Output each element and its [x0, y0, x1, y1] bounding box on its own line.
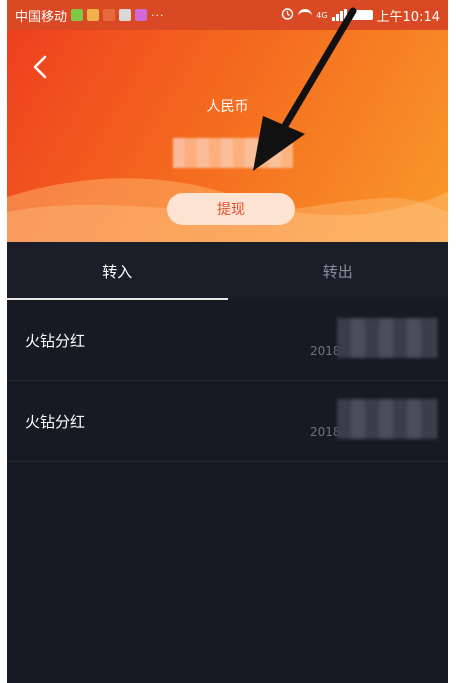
tab-bar: 转入 转出	[7, 242, 448, 300]
chevron-left-icon	[33, 55, 47, 79]
back-button[interactable]	[25, 52, 55, 82]
record-list: 火钻分红 2018 火钻分红 2018	[7, 300, 448, 462]
wifi-icon	[298, 8, 313, 22]
app-notification-icon	[119, 9, 132, 21]
record-date: 2018	[310, 425, 341, 439]
more-notifications: ···	[151, 8, 165, 22]
record-amount-blurred	[337, 399, 437, 439]
phone-screen: 中国移动 ··· 4G 上午10:14 人民币 提现 转入 转出 火钻分红 20…	[7, 0, 448, 683]
status-bar-right: 4G 上午10:14	[281, 6, 440, 25]
app-notification-icon	[87, 9, 100, 21]
currency-title: 人民币	[206, 99, 249, 115]
network-type: 4G	[316, 10, 328, 20]
app-notification-icon	[135, 9, 148, 21]
withdraw-button[interactable]: 提现	[167, 193, 295, 225]
balance-amount-blurred	[173, 138, 293, 168]
app-notification-icon	[71, 9, 84, 21]
tab-transfer-in[interactable]: 转入	[7, 242, 228, 300]
status-bar: 中国移动 ··· 4G 上午10:14	[7, 0, 448, 30]
record-label: 火钻分红	[25, 413, 86, 431]
record-date: 2018	[310, 344, 341, 358]
status-bar-left: 中国移动 ···	[15, 6, 165, 25]
wallet-header: 人民币 提现	[7, 30, 448, 242]
record-amount-blurred	[337, 318, 437, 358]
carrier-name: 中国移动	[15, 9, 68, 25]
signal-icon	[331, 9, 347, 21]
list-item[interactable]: 火钻分红 2018	[7, 381, 448, 462]
clock: 上午10:14	[376, 9, 440, 25]
record-label: 火钻分红	[25, 332, 86, 350]
battery-icon	[350, 10, 373, 20]
alarm-icon	[281, 7, 294, 24]
tab-transfer-out[interactable]: 转出	[228, 242, 449, 300]
app-notification-icon	[103, 9, 116, 21]
list-item[interactable]: 火钻分红 2018	[7, 300, 448, 381]
